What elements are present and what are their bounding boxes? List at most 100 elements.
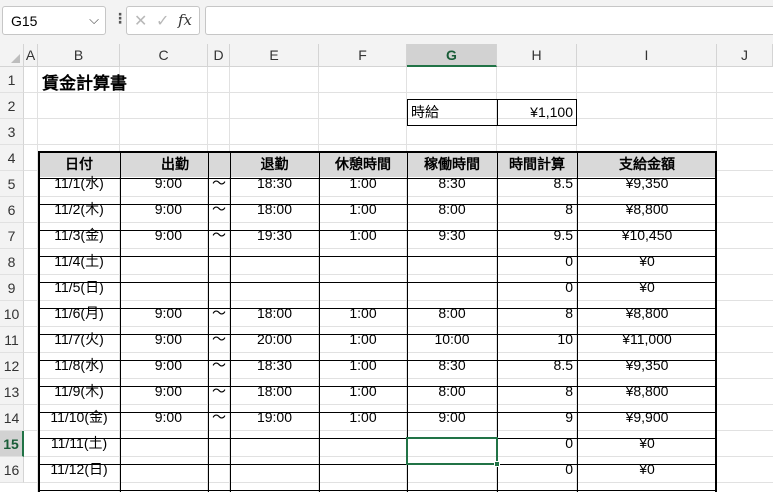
cell-break[interactable]: 1:00 [319,353,407,378]
cell-pay[interactable]: ¥8,800 [577,301,717,326]
cell-start[interactable]: 9:00 [120,379,208,404]
cell-hours[interactable]: 10 [497,327,577,352]
selected-cell[interactable] [406,437,498,465]
cell-pay[interactable]: ¥0 [577,249,717,274]
cell-start[interactable]: 9:00 [120,223,208,248]
cell-break[interactable]: 1:00 [319,379,407,404]
row-header-4[interactable]: 4 [0,145,24,171]
row-header-7[interactable]: 7 [0,223,24,249]
cell-work[interactable]: 10:00 [407,327,497,352]
row-header-8[interactable]: 8 [0,249,24,275]
cell-pay[interactable]: ¥8,800 [577,379,717,404]
cell-end[interactable]: 20:00 [230,327,319,352]
cell-end[interactable]: 18:30 [230,353,319,378]
cell-date[interactable]: 11/1(水) [38,171,120,196]
cell-start[interactable]: 9:00 [120,405,208,430]
cell-hours[interactable]: 8.5 [497,171,577,196]
row-header-14[interactable]: 14 [0,405,24,431]
wage-label[interactable]: 時給 [407,100,497,125]
column-header-h[interactable]: H [497,44,577,67]
insert-function-icon[interactable]: fx [178,11,192,29]
cell-hours[interactable]: 9 [497,405,577,430]
more-options-icon[interactable]: ⋮ [113,10,127,27]
cell-end[interactable]: 18:00 [230,379,319,404]
cell-hours[interactable]: 0 [497,457,577,482]
cell-tilde[interactable]: ～ [208,301,230,326]
cell-hours[interactable]: 8 [497,301,577,326]
cell-date[interactable]: 11/3(金) [38,223,120,248]
row-header-1[interactable]: 1 [0,67,24,93]
cell-pay[interactable]: ¥0 [577,275,717,300]
cancel-icon[interactable]: ✕ [134,11,147,31]
cell-end[interactable]: 19:30 [230,223,319,248]
cell-break[interactable]: 1:00 [319,405,407,430]
row-header-6[interactable]: 6 [0,197,24,223]
cell-hours[interactable]: 9.5 [497,223,577,248]
cell-pay[interactable]: ¥8,800 [577,197,717,222]
column-header-b[interactable]: B [38,44,120,67]
chevron-down-icon[interactable]: ⌵ [89,12,99,28]
cell-start[interactable]: 9:00 [120,301,208,326]
row-header-9[interactable]: 9 [0,275,24,301]
row-header-5[interactable]: 5 [0,171,24,197]
cell-hours[interactable]: 8.5 [497,353,577,378]
cell-end[interactable]: 18:00 [230,301,319,326]
cell-start[interactable]: 9:00 [120,197,208,222]
row-header-12[interactable]: 12 [0,353,24,379]
enter-icon[interactable]: ✓ [156,11,169,31]
cell-tilde[interactable]: ～ [208,171,230,196]
cell-pay[interactable]: ¥0 [577,431,717,456]
cell-work[interactable]: 8:00 [407,197,497,222]
column-header-j[interactable]: J [717,44,773,67]
formula-input[interactable] [205,6,773,35]
cell-break[interactable]: 1:00 [319,171,407,196]
cell-work[interactable]: 9:00 [407,405,497,430]
cell-end[interactable]: 18:30 [230,171,319,196]
row-header-10[interactable]: 10 [0,301,24,327]
cell-date[interactable]: 11/4(土) [38,249,120,274]
cell-pay[interactable]: ¥11,000 [577,327,717,352]
row-header-15[interactable]: 15 [0,431,24,457]
cell-date[interactable]: 11/2(木) [38,197,120,222]
column-header-e[interactable]: E [230,44,319,67]
cell-tilde[interactable]: ～ [208,327,230,352]
cell-tilde[interactable]: ～ [208,197,230,222]
cell-hours[interactable]: 0 [497,249,577,274]
cell-hours[interactable]: 0 [497,431,577,456]
column-header-g[interactable]: G [407,44,497,67]
cell-tilde[interactable]: ～ [208,405,230,430]
cell-date[interactable]: 11/9(木) [38,379,120,404]
name-box[interactable]: G15 ⌵ [2,6,106,35]
cell-pay[interactable]: ¥10,450 [577,223,717,248]
cell-pay[interactable]: ¥9,350 [577,171,717,196]
column-header-d[interactable]: D [208,44,230,67]
cell-work[interactable]: 8:00 [407,301,497,326]
cell-date[interactable]: 11/5(日) [38,275,120,300]
cell-hours[interactable]: 0 [497,275,577,300]
row-header-13[interactable]: 13 [0,379,24,405]
cell-work[interactable]: 8:30 [407,171,497,196]
column-header-f[interactable]: F [319,44,407,67]
cell-hours[interactable]: 8 [497,197,577,222]
sheet-title[interactable]: 賃金計算書 [38,71,208,96]
cell-end[interactable]: 19:00 [230,405,319,430]
cell-date[interactable]: 11/11(土) [38,431,120,456]
cell-start[interactable]: 9:00 [120,171,208,196]
cell-pay[interactable]: ¥9,900 [577,405,717,430]
cell-date[interactable]: 11/8(水) [38,353,120,378]
cell-work[interactable]: 8:00 [407,379,497,404]
column-header-c[interactable]: C [120,44,208,67]
row-header-2[interactable]: 2 [0,93,24,119]
cell-tilde[interactable]: ～ [208,379,230,404]
cell-tilde[interactable]: ～ [208,223,230,248]
cell-start[interactable]: 9:00 [120,327,208,352]
cell-break[interactable]: 1:00 [319,197,407,222]
cell-end[interactable]: 18:00 [230,197,319,222]
cell-date[interactable]: 11/12(日) [38,457,120,482]
wage-value[interactable]: ¥1,100 [497,100,577,125]
cell-break[interactable]: 1:00 [319,223,407,248]
select-all-button[interactable] [0,44,24,67]
column-header-a[interactable]: A [24,44,38,67]
row-header-11[interactable]: 11 [0,327,24,353]
cell-date[interactable]: 11/6(月) [38,301,120,326]
